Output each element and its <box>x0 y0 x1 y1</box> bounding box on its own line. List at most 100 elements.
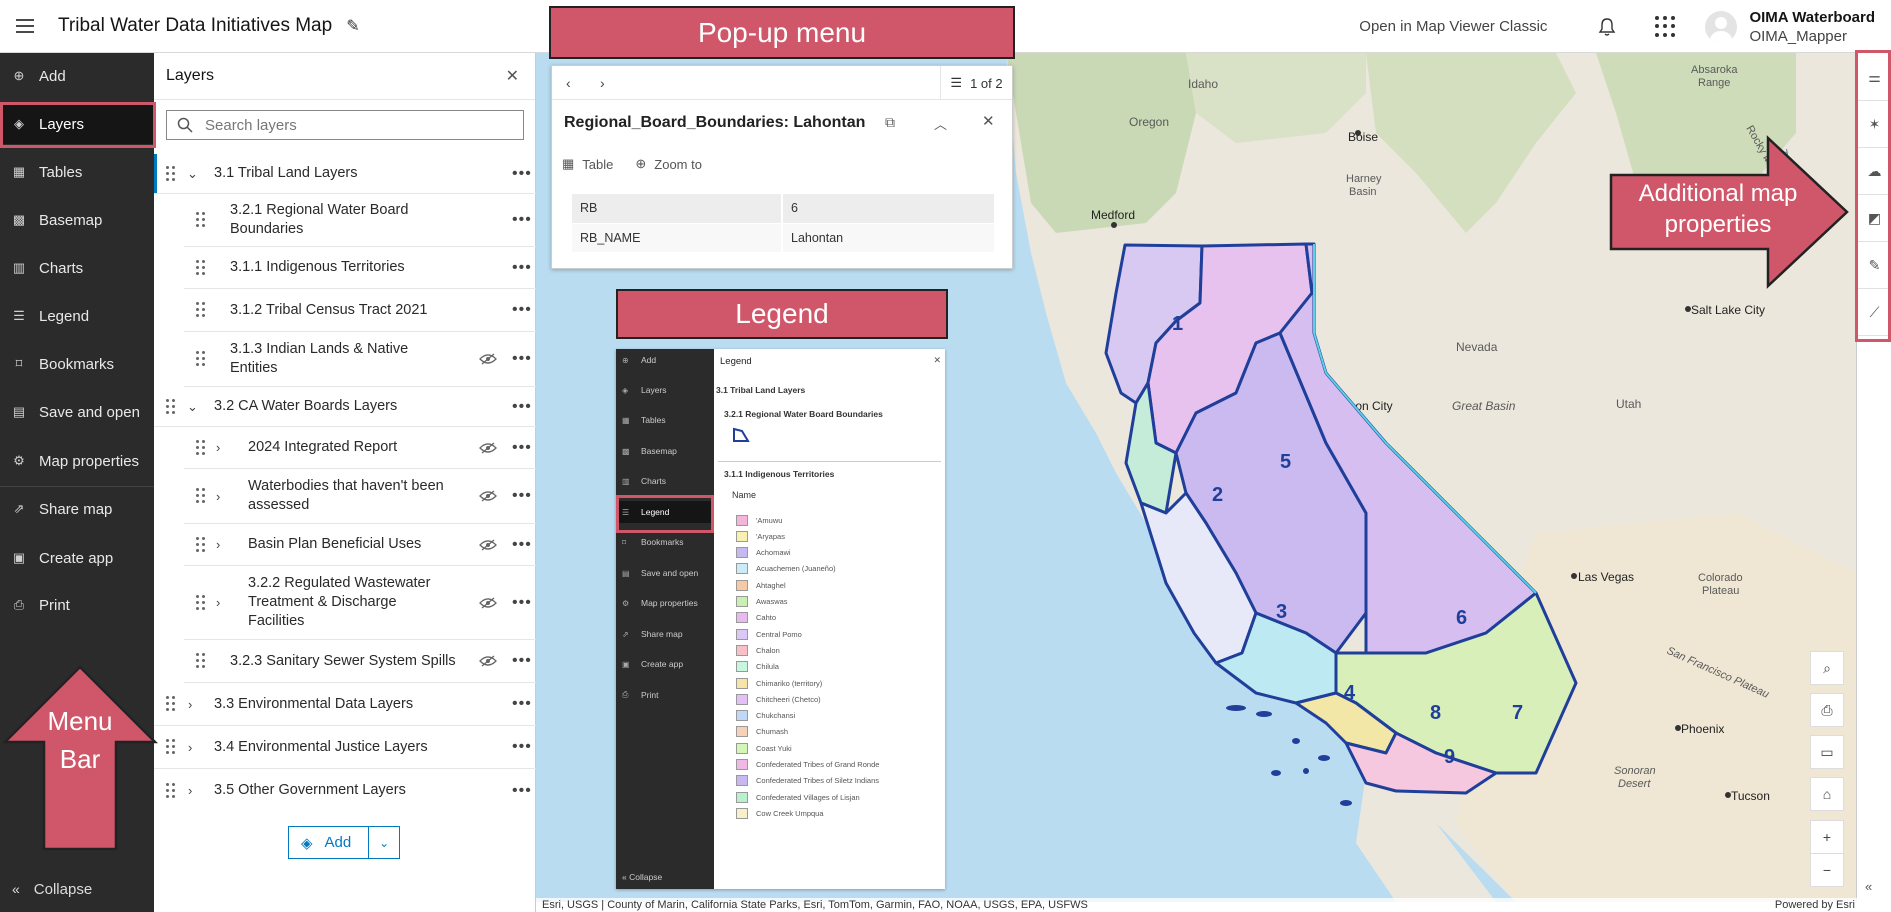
drag-handle-icon[interactable] <box>196 351 206 367</box>
layer-row[interactable]: 3.2.1 Regional Water Board Boundaries ••… <box>184 194 536 247</box>
more-options-icon[interactable]: ••• <box>512 398 532 414</box>
nav-create-app[interactable]: ▣ Create app <box>0 538 154 578</box>
more-options-icon[interactable]: ••• <box>512 536 532 552</box>
chevron-up-icon[interactable]: ︿ <box>934 114 947 133</box>
more-options-icon[interactable]: ••• <box>512 165 532 181</box>
layer-row[interactable]: › Waterbodies that haven't been assessed… <box>184 469 536 524</box>
layer-row[interactable]: 3.1.1 Indigenous Territories ••• <box>184 247 536 289</box>
dock-icon[interactable]: ⧉ <box>885 114 895 131</box>
bell-icon[interactable] <box>1597 17 1617 37</box>
chevron-right-icon[interactable]: › <box>216 595 220 610</box>
chevron-left-icon[interactable]: « <box>1865 879 1872 894</box>
more-options-icon[interactable]: ••• <box>512 653 532 669</box>
drag-handle-icon[interactable] <box>196 259 206 276</box>
close-icon[interactable]: ✕ <box>982 112 995 130</box>
powered-by[interactable]: Powered by Esri <box>1775 898 1855 912</box>
chevron-right-icon[interactable]: › <box>600 75 620 91</box>
drag-handle-icon[interactable] <box>166 165 176 182</box>
chevron-down-icon[interactable]: ⌄ <box>187 166 198 182</box>
nav-charts[interactable]: ▥ Charts <box>0 248 154 288</box>
layer-group-row[interactable]: › 3.4 Environmental Justice Layers ••• <box>154 726 536 769</box>
map-print-icon[interactable]: ⎙ <box>1810 693 1844 727</box>
map-screen-icon[interactable]: ▭ <box>1810 735 1844 769</box>
more-options-icon[interactable]: ••• <box>512 696 532 712</box>
search-input[interactable] <box>205 116 505 134</box>
more-options-icon[interactable]: ••• <box>512 212 532 228</box>
zoom-in-icon[interactable]: + <box>1810 820 1844 854</box>
visibility-off-icon[interactable] <box>479 597 497 609</box>
more-options-icon[interactable]: ••• <box>512 439 532 455</box>
nav-add[interactable]: ⊕ Add <box>0 56 154 96</box>
visibility-off-icon[interactable] <box>479 442 497 454</box>
drag-handle-icon[interactable] <box>196 212 206 228</box>
properties-icon[interactable]: ⚌ <box>1857 54 1891 101</box>
add-layer-button[interactable]: ◈ Add <box>289 827 368 858</box>
visibility-off-icon[interactable] <box>479 490 497 502</box>
nav-basemap[interactable]: ▩ Basemap <box>0 200 154 240</box>
drag-handle-icon[interactable] <box>166 696 176 712</box>
more-options-icon[interactable]: ••• <box>512 259 532 275</box>
more-options-icon[interactable]: ••• <box>512 594 532 610</box>
drag-handle-icon[interactable] <box>196 302 206 318</box>
chevron-down-icon[interactable]: ⌄ <box>368 827 399 858</box>
hamburger-menu-icon[interactable] <box>0 0 50 53</box>
pencil-icon[interactable]: ✎ <box>346 16 359 36</box>
sketch-icon[interactable]: ✎ <box>1857 242 1891 289</box>
layer-group-row[interactable]: › 3.3 Environmental Data Layers ••• <box>154 683 536 726</box>
chevron-right-icon[interactable]: › <box>188 697 192 712</box>
table-action[interactable]: ▦ Table <box>562 156 613 172</box>
chevron-right-icon[interactable]: › <box>216 440 220 455</box>
nav-share-map[interactable]: ⇗ Share map <box>0 489 154 529</box>
chevron-left-icon[interactable]: ‹ <box>566 75 586 91</box>
layer-row[interactable]: › 2024 Integrated Report ••• <box>184 427 536 469</box>
user-block[interactable]: OIMA Waterboard OIMA_Mapper <box>1749 9 1875 45</box>
chevron-right-icon[interactable]: › <box>188 783 192 798</box>
close-icon[interactable]: ✕ <box>506 66 519 86</box>
more-options-icon[interactable]: ••• <box>512 782 532 798</box>
layer-row[interactable]: › Basin Plan Beneficial Uses ••• <box>184 524 536 566</box>
drag-handle-icon[interactable] <box>196 439 206 456</box>
more-options-icon[interactable]: ••• <box>512 302 532 318</box>
layer-row[interactable]: 3.1.3 Indian Lands & Native Entities ••• <box>184 332 536 387</box>
chevron-right-icon[interactable]: › <box>188 740 192 755</box>
layer-row[interactable]: 3.1.2 Tribal Census Tract 2021 ••• <box>184 289 536 332</box>
drag-handle-icon[interactable] <box>196 488 206 504</box>
visibility-off-icon[interactable] <box>479 539 497 551</box>
more-options-icon[interactable]: ••• <box>512 488 532 504</box>
chevron-down-icon[interactable]: ⌄ <box>187 399 198 415</box>
drag-handle-icon[interactable] <box>196 653 206 669</box>
nav-legend[interactable]: ☰ Legend <box>0 296 154 336</box>
layer-group-row[interactable]: › 3.5 Other Government Layers ••• <box>154 769 536 812</box>
popup-feature-count[interactable]: ☰ 1 of 2 <box>940 66 1012 100</box>
layer-row[interactable]: 3.2.3 Sanitary Sewer System Spills ••• <box>184 640 536 683</box>
layer-group-row[interactable]: ⌄ 3.1 Tribal Land Layers ••• <box>154 154 536 194</box>
nav-save-open[interactable]: ▤ Save and open <box>0 392 154 432</box>
avatar[interactable] <box>1705 10 1738 43</box>
zoom-out-icon[interactable]: − <box>1810 853 1844 887</box>
home-icon[interactable]: ⌂ <box>1810 777 1844 811</box>
zoom-to-action[interactable]: ⊕ Zoom to <box>635 156 702 172</box>
measure-icon[interactable]: ⟋ <box>1857 289 1891 336</box>
nav-bookmarks[interactable]: ⌑ Bookmarks <box>0 344 154 384</box>
more-options-icon[interactable]: ••• <box>512 351 532 367</box>
visibility-off-icon[interactable] <box>479 655 497 667</box>
nav-layers[interactable]: ◈ Layers <box>0 104 154 144</box>
drag-handle-icon[interactable] <box>196 536 206 553</box>
nav-tables[interactable]: ▦ Tables <box>0 152 154 192</box>
map-search-icon[interactable]: ⌕ <box>1810 651 1844 685</box>
layer-group-row[interactable]: ⌄ 3.2 CA Water Boards Layers ••• <box>154 387 536 427</box>
styles-icon[interactable]: ☁ <box>1857 148 1891 195</box>
open-classic-link[interactable]: Open in Map Viewer Classic <box>1359 18 1547 35</box>
effects-icon[interactable]: ✶ <box>1857 101 1891 148</box>
nav-print[interactable]: ⎙ Print <box>0 585 154 625</box>
more-options-icon[interactable]: ••• <box>512 739 532 755</box>
visibility-off-icon[interactable] <box>479 353 497 365</box>
drag-handle-icon[interactable] <box>166 739 176 755</box>
chevron-right-icon[interactable]: › <box>216 537 220 552</box>
nav-map-properties[interactable]: ⚙ Map properties <box>0 441 154 481</box>
nav-collapse-button[interactable]: « Collapse <box>0 869 154 909</box>
drag-handle-icon[interactable] <box>166 782 176 799</box>
drag-handle-icon[interactable] <box>196 594 206 611</box>
drag-handle-icon[interactable] <box>166 398 176 415</box>
layer-row[interactable]: › 3.2.2 Regulated Wastewater Treatment &… <box>184 566 536 640</box>
